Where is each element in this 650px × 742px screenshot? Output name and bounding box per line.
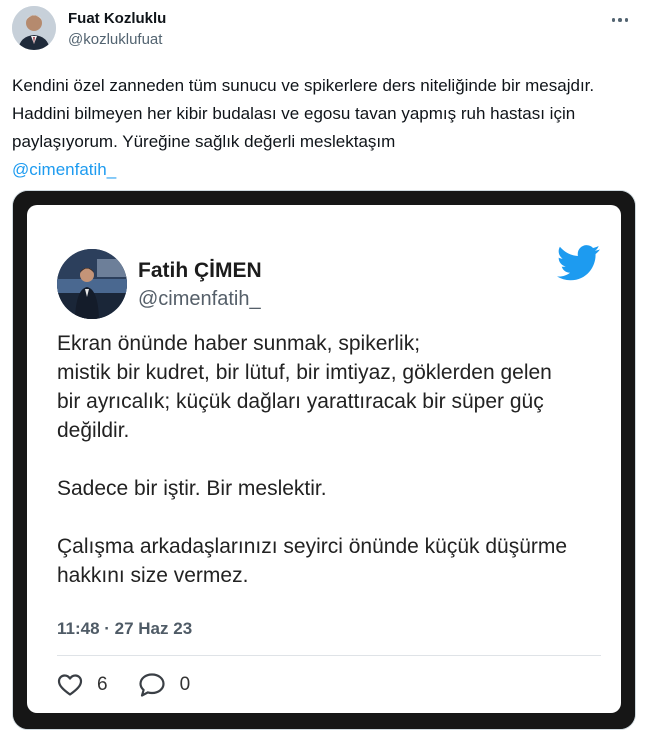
- embedded-like: 6: [57, 673, 108, 697]
- twitter-bird-icon: [557, 245, 600, 281]
- more-icon[interactable]: [606, 8, 634, 32]
- media-attachment[interactable]: Fatih ÇİMEN @cimenfatih_ Ekran önünde ha…: [12, 190, 636, 730]
- post-text: Kendini özel zanneden tüm sunucu ve spik…: [12, 72, 632, 184]
- embedded-line: değildir.: [57, 419, 130, 442]
- embedded-line: Sadece bir iştir. Bir meslektir.: [57, 477, 327, 500]
- embedded-paragraph-3: Çalışma arkadaşlarınızı seyirci önünde k…: [57, 532, 607, 590]
- embedded-actions: 6 0: [57, 671, 220, 699]
- embedded-tweet-screenshot: Fatih ÇİMEN @cimenfatih_ Ekran önünde ha…: [27, 205, 621, 713]
- avatar[interactable]: [12, 6, 56, 50]
- embedded-author-name: Fatih ÇİMEN: [138, 259, 262, 282]
- author-name[interactable]: Fuat Kozluklu: [68, 10, 166, 28]
- embedded-timestamp: 11:48 · 27 Haz 23: [57, 619, 193, 638]
- embedded-author-handle: @cimenfatih_: [138, 288, 261, 310]
- post-body: Kendini özel zanneden tüm sunucu ve spik…: [12, 76, 595, 151]
- reply-icon: [138, 673, 165, 697]
- embedded-avatar-image: [57, 249, 127, 319]
- embedded-line: hakkını size vermez.: [57, 564, 249, 587]
- embedded-line: mistik bir kudret, bir lütuf, bir imtiya…: [57, 361, 552, 384]
- avatar-image: [12, 6, 56, 50]
- embedded-line: Çalışma arkadaşlarınızı seyirci önünde k…: [57, 535, 568, 558]
- embedded-divider: [57, 655, 601, 656]
- embedded-line: Ekran önünde haber sunmak, spikerlik;: [57, 332, 421, 355]
- author-handle[interactable]: @kozluklufuat: [68, 30, 166, 50]
- embedded-tweet-text: Ekran önünde haber sunmak, spikerlik; mi…: [57, 329, 607, 590]
- embedded-reply: 0: [138, 672, 191, 698]
- embedded-avatar: [57, 249, 127, 319]
- reply-count: 0: [179, 674, 191, 695]
- like-count: 6: [97, 674, 108, 695]
- embedded-line: bir ayrıcalık; küçük dağları yarattıraca…: [57, 390, 544, 413]
- post-header: Fuat Kozluklu @kozluklufuat: [12, 4, 638, 54]
- mention-link[interactable]: @cimenfatih_: [12, 156, 116, 184]
- embedded-paragraph-2: Sadece bir iştir. Bir meslektir.: [57, 474, 607, 503]
- embedded-paragraph-1: Ekran önünde haber sunmak, spikerlik; mi…: [57, 329, 607, 445]
- heart-icon: [57, 674, 83, 696]
